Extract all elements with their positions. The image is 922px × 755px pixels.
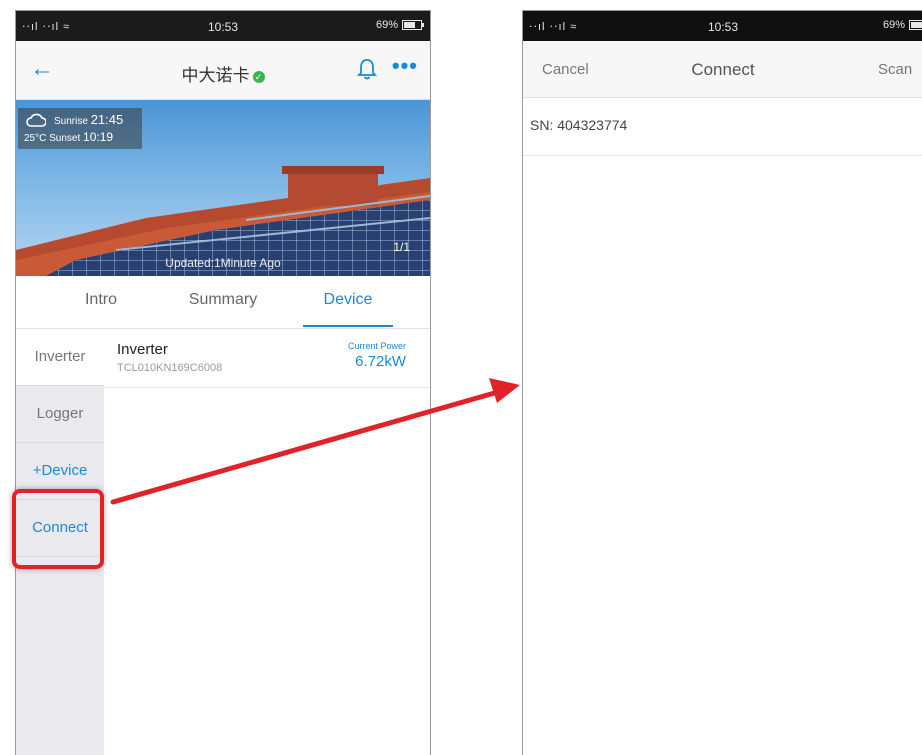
sidebar-item-logger[interactable]: Logger xyxy=(16,386,104,443)
phone-screen-plant-detail: ‧‧ıl ‧‧ıl ≈ 10:53 69% ← 中大诺卡 ✓ ••• Sunri… xyxy=(15,10,431,755)
temperature: 25°C xyxy=(24,133,47,144)
sunset-time: 10:19 xyxy=(83,130,114,144)
sidebar-item-inverter[interactable]: Inverter xyxy=(16,329,104,386)
sunset-label: Sunset xyxy=(49,133,81,144)
sunset-info: 25°C Sunset 10:19 xyxy=(24,130,113,144)
status-time: 10:53 xyxy=(707,20,739,34)
plant-banner-image: Sunrise 21:45 25°C Sunset 10:19 1/1 Upda… xyxy=(16,100,430,276)
device-serial: TCL010KN169C6008 xyxy=(117,362,223,374)
status-time: 10:53 xyxy=(207,20,239,34)
scan-button[interactable]: Scan xyxy=(878,61,912,78)
sunrise-label: Sunrise xyxy=(54,116,88,127)
bell-icon[interactable] xyxy=(356,57,378,81)
battery-icon xyxy=(909,20,922,30)
phone-screen-connect: ‧‧ıl ‧‧ıl ≈ 10:53 69% Cancel Connect Sca… xyxy=(522,10,922,755)
connect-highlight-box xyxy=(12,489,104,569)
banner-pager: 1/1 xyxy=(393,240,410,254)
serial-number-text: SN: 404323774 xyxy=(530,117,628,133)
sunrise-time: 21:45 xyxy=(90,112,124,127)
weather-widget: Sunrise 21:45 25°C Sunset 10:19 xyxy=(18,108,142,149)
plant-header: ← 中大诺卡 ✓ ••• xyxy=(16,41,430,100)
arrow-head xyxy=(489,378,520,403)
updated-time: Updated:1Minute Ago xyxy=(165,256,281,270)
plant-name: 中大诺卡 xyxy=(181,66,250,85)
tab-intro[interactable]: Intro xyxy=(51,291,151,309)
status-bar: ‧‧ıl ‧‧ıl ≈ 10:53 69% xyxy=(16,11,430,41)
cloud-icon xyxy=(26,113,46,127)
plant-tabs: Intro Summary Device xyxy=(16,276,430,329)
active-tab-indicator xyxy=(303,325,393,327)
battery-status: 69% xyxy=(375,19,424,31)
status-bar: ‧‧ıl ‧‧ıl ≈ 10:53 69% xyxy=(523,11,922,41)
page-title: Connect xyxy=(691,60,755,79)
connect-header: Cancel Connect Scan xyxy=(523,41,922,98)
battery-percent: 69% xyxy=(375,19,398,31)
tab-summary[interactable]: Summary xyxy=(173,291,273,309)
tab-device[interactable]: Device xyxy=(298,291,398,309)
battery-status: 69% xyxy=(883,19,922,31)
more-options-icon[interactable]: ••• xyxy=(392,53,418,79)
current-power-label: Current Power xyxy=(347,341,406,351)
sunrise-info: Sunrise 21:45 xyxy=(54,112,123,127)
battery-icon xyxy=(402,20,424,30)
device-name: Inverter xyxy=(117,341,168,358)
device-list-item[interactable]: Inverter TCL010KN169C6008 Current Power … xyxy=(104,329,430,388)
verified-check-icon: ✓ xyxy=(252,71,265,83)
serial-number-item[interactable]: SN: 404323774 xyxy=(523,97,922,156)
current-power-value: 6.72kW xyxy=(355,353,406,370)
battery-percent: 69% xyxy=(882,19,905,31)
